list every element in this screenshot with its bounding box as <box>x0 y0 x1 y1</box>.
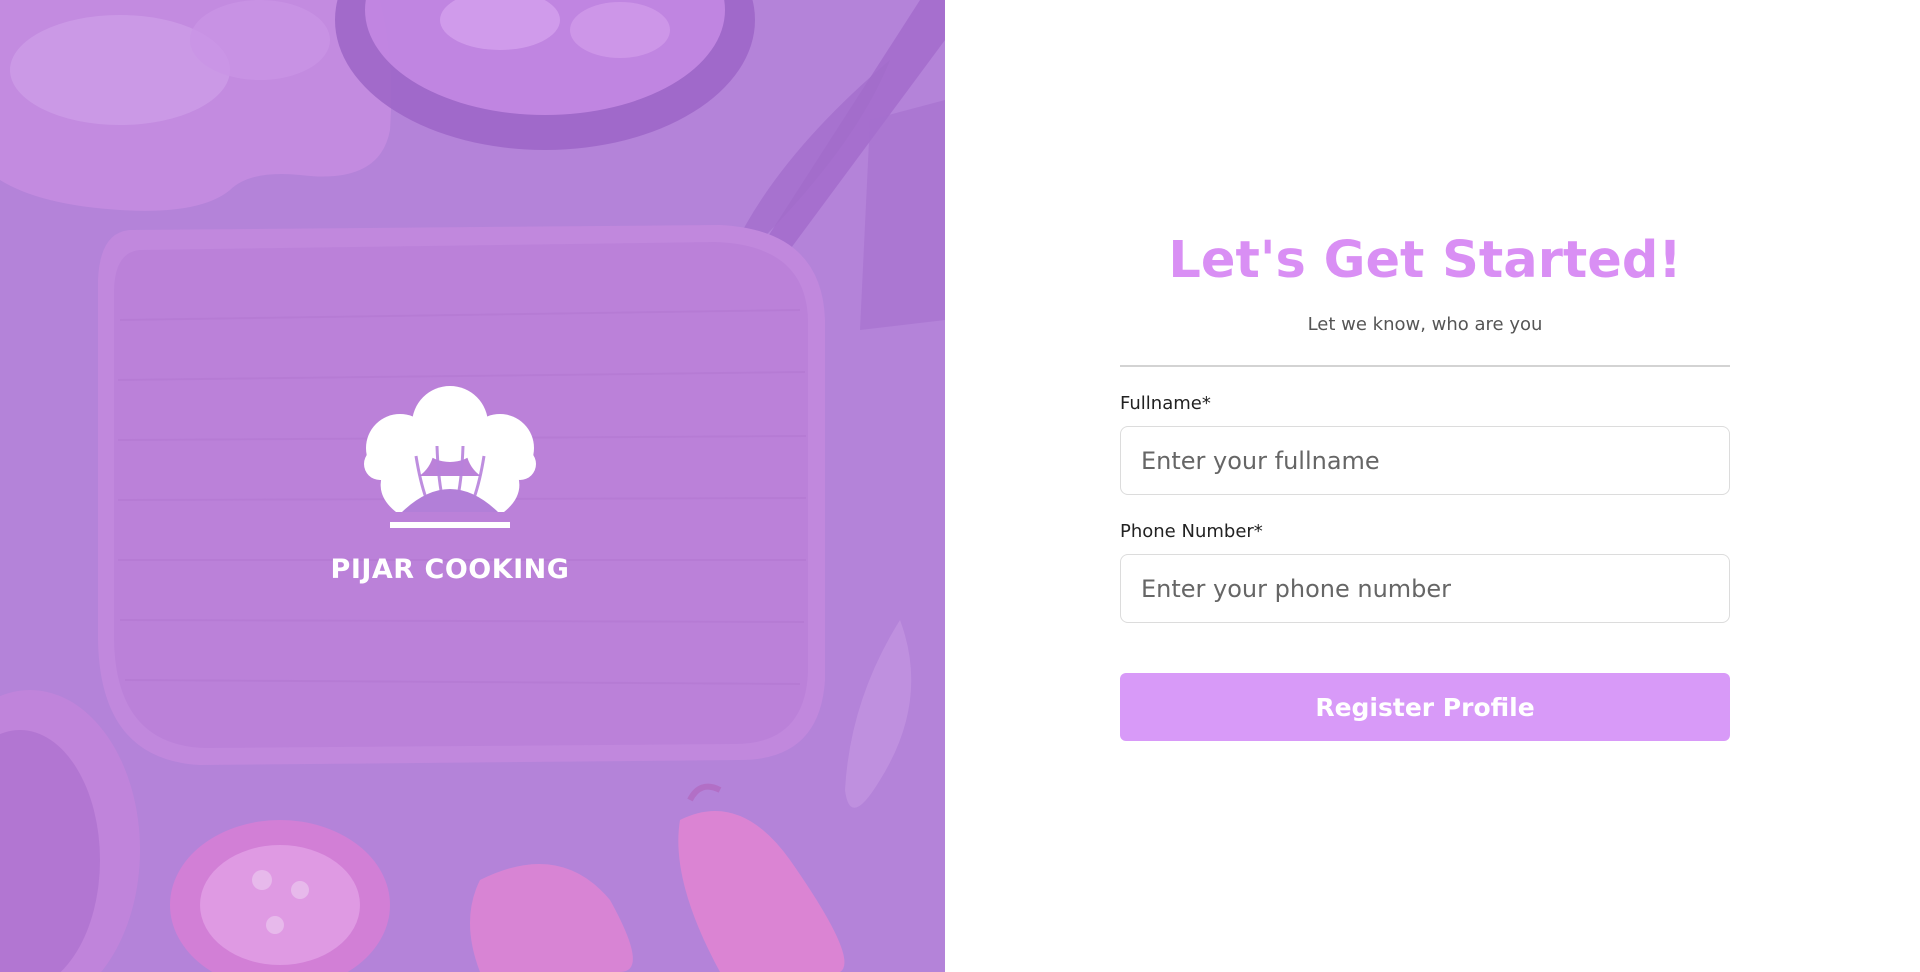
brand-name: PIJAR COOKING <box>330 554 570 585</box>
fullname-label: Fullname* <box>1120 393 1211 414</box>
divider <box>1120 365 1730 367</box>
register-form: Let's Get Started! Let we know, who are … <box>1120 226 1730 741</box>
register-form-panel: Let's Get Started! Let we know, who are … <box>945 0 1920 972</box>
phone-number-input[interactable] <box>1120 554 1730 623</box>
chef-hat-icon <box>364 386 536 528</box>
page-title: Let's Get Started! <box>1168 231 1682 290</box>
hero-image-panel: PIJAR COOKING <box>0 0 945 972</box>
register-page: PIJAR COOKING Let's Get Started! Let we … <box>0 0 1920 972</box>
page-subtitle: Let we know, who are you <box>1307 314 1543 335</box>
brand-logo: PIJAR COOKING <box>0 386 900 585</box>
phone-number-label: Phone Number* <box>1120 521 1263 542</box>
register-profile-button[interactable]: Register Profile <box>1120 673 1730 741</box>
fullname-input[interactable] <box>1120 426 1730 495</box>
